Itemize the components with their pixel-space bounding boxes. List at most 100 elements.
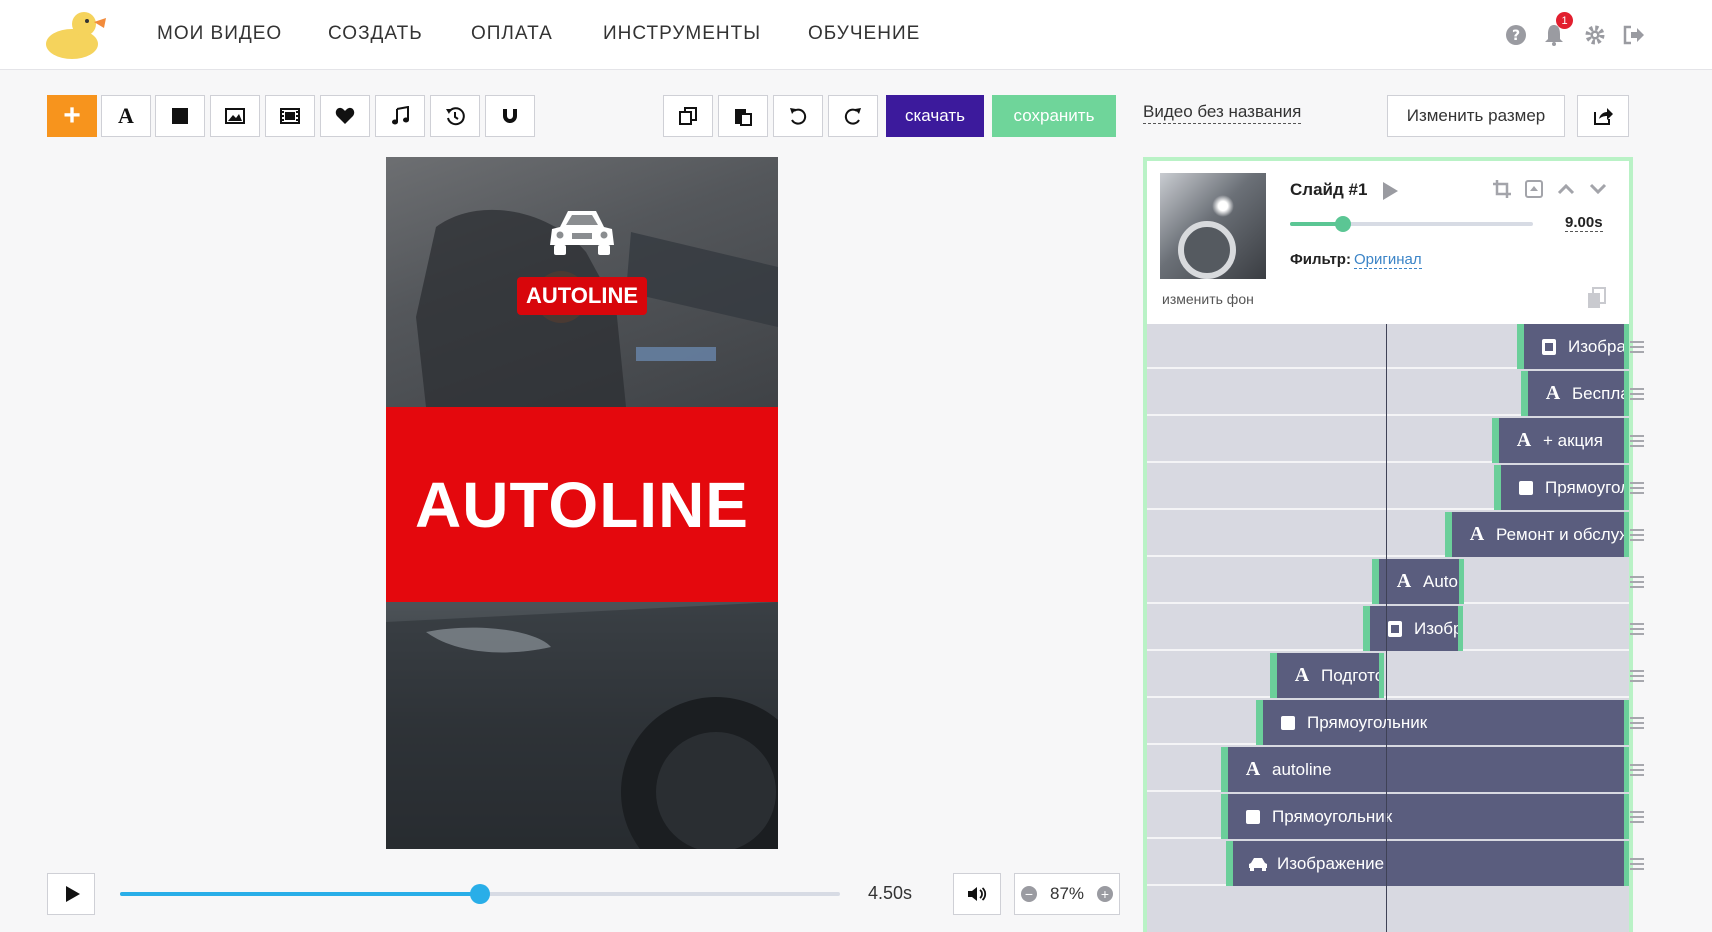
timeline-layer-label: Autoline xyxy=(1423,571,1462,591)
add-element-button[interactable]: + xyxy=(47,95,97,137)
timeline-track: Изображение xyxy=(1147,841,1629,886)
timeline-layer-label: Изображение xyxy=(1414,618,1463,638)
filter-value-link[interactable]: Оригинал xyxy=(1353,251,1422,269)
slide-play-icon[interactable] xyxy=(1383,182,1398,200)
image-icon xyxy=(225,108,245,124)
video-name-field[interactable]: Видео без названия xyxy=(1143,102,1302,124)
move-up-icon[interactable] xyxy=(1554,177,1578,201)
gear-icon[interactable] xyxy=(1584,24,1606,46)
drag-handle-icon[interactable] xyxy=(1630,529,1644,541)
add-shape-button[interactable] xyxy=(155,95,205,137)
timeline-layer[interactable]: Aautoline xyxy=(1221,747,1629,792)
nav-my-videos[interactable]: МОИ ВИДЕО xyxy=(157,23,282,45)
current-time: 4.50s xyxy=(868,883,913,903)
slide-duration[interactable]: 9.00s xyxy=(1565,214,1603,232)
copy-slide-icon[interactable] xyxy=(1587,287,1609,309)
history-button[interactable] xyxy=(430,95,480,137)
timeline-layer[interactable]: Изображение xyxy=(1363,606,1463,651)
notification-badge: 1 xyxy=(1556,12,1573,29)
slide-card: изменить фон Слайд #1 9.00s Фильтр: Ориги… xyxy=(1147,161,1629,324)
drag-handle-icon[interactable] xyxy=(1630,858,1644,870)
timeline-layer[interactable]: Прямоугольник xyxy=(1221,794,1629,839)
crop-icon[interactable] xyxy=(1490,177,1514,201)
square-icon xyxy=(172,108,188,124)
plus-icon: + xyxy=(63,99,81,132)
slide-thumbnail[interactable] xyxy=(1160,173,1266,279)
timeline-layer[interactable]: A Подготовка xyxy=(1270,653,1384,698)
duplicate-button[interactable] xyxy=(663,95,713,137)
drag-handle-icon[interactable] xyxy=(1630,341,1644,353)
save-button[interactable]: сохранить xyxy=(992,95,1116,137)
timeline-track: Изображение xyxy=(1147,324,1629,369)
duration-slider[interactable] xyxy=(1290,216,1533,232)
duck-logo-icon[interactable] xyxy=(44,8,108,62)
resize-button[interactable]: Изменить размер xyxy=(1387,95,1565,137)
magnet-icon xyxy=(503,109,517,123)
volume-button[interactable] xyxy=(953,873,1001,915)
drag-handle-icon[interactable] xyxy=(1630,670,1644,682)
slide-panel: изменить фон Слайд #1 9.00s Фильтр: Ориги… xyxy=(1143,157,1633,932)
duration-handle[interactable] xyxy=(1335,216,1352,232)
help-icon[interactable]: ? xyxy=(1505,24,1527,46)
add-icon-button[interactable] xyxy=(320,95,370,137)
timeline-layer[interactable]: A Бесплатная диагностика xyxy=(1521,371,1629,416)
title-band: AUTOLINE xyxy=(386,407,778,602)
nav-tools[interactable]: ИНСТРУМЕНТЫ xyxy=(603,23,761,45)
timeline-layer[interactable]: A Autoline xyxy=(1372,559,1464,604)
text-icon: A xyxy=(1516,429,1532,451)
timeline-layer[interactable]: A Ремонт и обслуживание xyxy=(1445,512,1629,557)
redo-button[interactable] xyxy=(828,95,878,137)
move-down-icon[interactable] xyxy=(1586,177,1610,201)
thumbnail-wheel xyxy=(1178,221,1236,279)
timeline-layer-label: Прямоугольник xyxy=(1272,806,1393,826)
add-music-button[interactable] xyxy=(375,95,425,137)
filter-label: Фильтр: xyxy=(1290,251,1351,268)
top-nav-bar: МОИ ВИДЕО СОЗДАТЬ ОПЛАТА ИНСТРУМЕНТЫ ОБУ… xyxy=(0,0,1712,70)
paste-button[interactable] xyxy=(718,95,768,137)
drag-handle-icon[interactable] xyxy=(1630,764,1644,776)
magnet-button[interactable] xyxy=(485,95,535,137)
change-background-link[interactable]: изменить фон xyxy=(1162,291,1254,307)
timeline-track: Прямоугольник xyxy=(1147,700,1629,745)
nav-learning[interactable]: ОБУЧЕНИЕ xyxy=(808,23,920,45)
drag-handle-icon[interactable] xyxy=(1630,388,1644,400)
timeline-layer-label: Прямоугольник xyxy=(1545,477,1629,497)
undo-button[interactable] xyxy=(773,95,823,137)
timeline-layer[interactable]: Прямоугольник xyxy=(1256,700,1629,745)
autoline-badge: AUTOLINE xyxy=(517,277,647,315)
share-button[interactable] xyxy=(1577,95,1629,137)
zoom-out-icon[interactable]: − xyxy=(1021,886,1037,902)
timeline-layer[interactable]: A + акция xyxy=(1492,418,1629,463)
video-canvas[interactable]: AUTOLINE AUTOLINE xyxy=(386,157,778,849)
add-text-button[interactable]: A xyxy=(101,95,151,137)
nav-payment[interactable]: ОПЛАТА xyxy=(471,23,553,45)
car-icon xyxy=(1247,857,1269,871)
seek-handle[interactable] xyxy=(470,884,490,904)
seek-track[interactable] xyxy=(120,884,840,904)
zoom-level: 87% xyxy=(1049,884,1085,903)
timeline-layer[interactable]: Изображение xyxy=(1226,841,1629,886)
timeline-layer[interactable]: Прямоугольник xyxy=(1494,465,1629,510)
timeline-layer[interactable]: Изображение xyxy=(1517,324,1629,369)
text-icon: A xyxy=(1294,664,1310,686)
drag-handle-icon[interactable] xyxy=(1630,811,1644,823)
drag-handle-icon[interactable] xyxy=(1630,576,1644,588)
add-video-button[interactable] xyxy=(265,95,315,137)
drag-handle-icon[interactable] xyxy=(1630,717,1644,729)
nav-create[interactable]: СОЗДАТЬ xyxy=(328,23,423,45)
download-button[interactable]: скачать xyxy=(886,95,984,137)
zoom-in-icon[interactable]: + xyxy=(1097,886,1113,902)
drag-handle-icon[interactable] xyxy=(1630,482,1644,494)
timeline-layer-label: Изображение xyxy=(1277,853,1385,873)
fit-icon[interactable] xyxy=(1522,177,1546,201)
drag-handle-icon[interactable] xyxy=(1630,623,1644,635)
filter-row: Фильтр: Оригинал xyxy=(1290,251,1422,269)
timeline-track: A Autoline xyxy=(1147,559,1629,604)
timeline-track: A Подготовка xyxy=(1147,653,1629,698)
thumbnail-light-flare xyxy=(1212,195,1234,217)
play-button[interactable] xyxy=(47,873,95,915)
logout-icon[interactable] xyxy=(1623,24,1645,46)
text-icon: A xyxy=(1545,382,1561,404)
drag-handle-icon[interactable] xyxy=(1630,435,1644,447)
add-image-button[interactable] xyxy=(210,95,260,137)
